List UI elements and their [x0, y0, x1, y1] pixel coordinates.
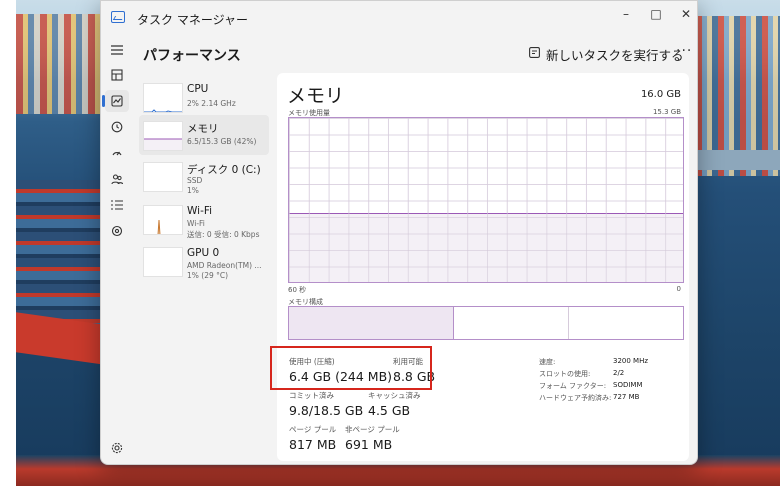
container-port-left	[16, 14, 106, 114]
performance-icon[interactable]	[102, 90, 129, 112]
performance-list: CPU 2% 2.14 GHz メモリ 6.5/15.3 GB (42%) ディ…	[139, 73, 269, 283]
services-icon[interactable]	[105, 220, 129, 242]
list-item-name: CPU	[187, 83, 209, 95]
list-item-detail-2: 1%	[187, 186, 199, 195]
paged-pool-value: 817 MB	[289, 437, 337, 452]
list-item-detail-2: 送信: 0 受信: 0 Kbps	[187, 230, 260, 239]
composition-standby	[454, 307, 569, 339]
window-title: タスク マネージャー	[137, 13, 248, 27]
in-use-label: 使用中 (圧縮)	[289, 357, 335, 366]
processes-icon[interactable]	[105, 64, 129, 86]
speed-value: 3200 MHz	[613, 357, 649, 365]
list-item-detail: 6.5/15.3 GB (42%)	[187, 137, 257, 146]
speed-key: 速度:	[539, 358, 556, 366]
nav-rail	[101, 35, 133, 464]
list-item-name: ディスク 0 (C:)	[187, 164, 261, 176]
cached-label: キャッシュ済み	[368, 391, 421, 400]
hamburger-icon[interactable]	[105, 39, 129, 61]
graph-axis-right: 0	[676, 285, 681, 293]
list-item-gpu[interactable]: GPU 0 AMD Radeon(TM) ... 1% (29 °C)	[139, 241, 269, 281]
slots-used-value: 2/2	[613, 369, 625, 377]
committed-value: 9.8/18.5 GB	[289, 403, 364, 418]
nonpaged-pool-value: 691 MB	[345, 437, 393, 452]
hardware-reserved-key: ハードウェア予約済み:	[539, 394, 612, 402]
list-item-detail: SSD	[187, 176, 203, 185]
close-button[interactable]: ✕	[671, 3, 697, 25]
committed-label: コミット済み	[289, 391, 334, 400]
users-icon[interactable]	[105, 168, 129, 190]
memory-composition-bar	[288, 306, 684, 340]
title-bar[interactable]: タスク マネージャー – □ ✕	[101, 1, 697, 35]
maximize-button[interactable]: □	[641, 3, 671, 25]
gpu-thumbnail-graph	[143, 247, 183, 277]
list-item-name: GPU 0	[187, 247, 220, 259]
form-factor-key: フォーム ファクター:	[539, 382, 607, 390]
list-item-detail: Wi-Fi	[187, 219, 205, 228]
details-icon[interactable]	[105, 194, 129, 216]
hardware-reserved-value: 727 MB	[613, 393, 640, 401]
run-new-task-button[interactable]: 新しいタスクを実行する	[529, 44, 684, 64]
memory-detail-pane: メモリ 16.0 GB メモリ使用量 15.3 GB 60 秒 0 メモリ構成 …	[277, 73, 689, 461]
list-item-name: Wi-Fi	[187, 205, 213, 217]
wifi-thumbnail-graph	[143, 205, 183, 235]
list-item-wifi[interactable]: Wi-Fi Wi-Fi 送信: 0 受信: 0 Kbps	[139, 199, 269, 239]
memory-usage-graph	[288, 117, 684, 283]
list-item-cpu[interactable]: CPU 2% 2.14 GHz	[139, 77, 269, 117]
available-label: 利用可能	[393, 357, 423, 366]
more-options-button[interactable]: ···	[676, 43, 692, 59]
run-task-icon	[529, 47, 540, 61]
paged-pool-label: ページ プール	[289, 425, 337, 434]
cached-value: 4.5 GB	[368, 403, 411, 418]
page-header: パフォーマンス 新しいタスクを実行する ···	[133, 35, 697, 73]
form-factor-value: SODIMM	[613, 381, 643, 389]
nonpaged-pool-label: 非ページ プール	[345, 425, 400, 434]
memory-total: 16.0 GB	[640, 89, 681, 100]
list-item-memory[interactable]: メモリ 6.5/15.3 GB (42%)	[139, 115, 269, 155]
memory-title: メモリ	[287, 85, 345, 107]
minimize-button[interactable]: –	[611, 3, 641, 25]
graph-grid	[289, 118, 683, 282]
page-title: パフォーマンス	[143, 48, 241, 64]
in-use-value: 6.4 GB (244 MB)	[289, 369, 393, 384]
app-history-icon[interactable]	[105, 116, 129, 138]
memory-usage-max: 15.3 GB	[652, 108, 681, 116]
quay-right	[696, 150, 780, 170]
memory-thumbnail-graph	[143, 121, 183, 151]
cpu-thumbnail-graph	[143, 83, 183, 113]
list-item-detail: 2% 2.14 GHz	[187, 99, 236, 108]
task-manager-window: タスク マネージャー – □ ✕ パフォーマンス 新しいタスクを実行する ···…	[100, 0, 698, 465]
disk-thumbnail-graph	[143, 162, 183, 192]
graph-axis-left: 60 秒	[288, 286, 307, 294]
task-manager-app-icon	[111, 11, 125, 23]
list-item-disk[interactable]: ディスク 0 (C:) SSD 1%	[139, 156, 269, 196]
slots-used-key: スロットの使用:	[539, 370, 591, 378]
settings-icon[interactable]	[105, 437, 129, 459]
list-item-detail-2: 1% (29 °C)	[187, 271, 229, 280]
list-item-name: メモリ	[187, 123, 219, 135]
startup-icon[interactable]	[105, 142, 129, 164]
run-task-label: 新しいタスクを実行する	[546, 47, 684, 63]
list-item-detail: AMD Radeon(TM) ...	[187, 261, 262, 270]
composition-in-use	[289, 307, 455, 339]
available-value: 8.8 GB	[393, 369, 436, 384]
